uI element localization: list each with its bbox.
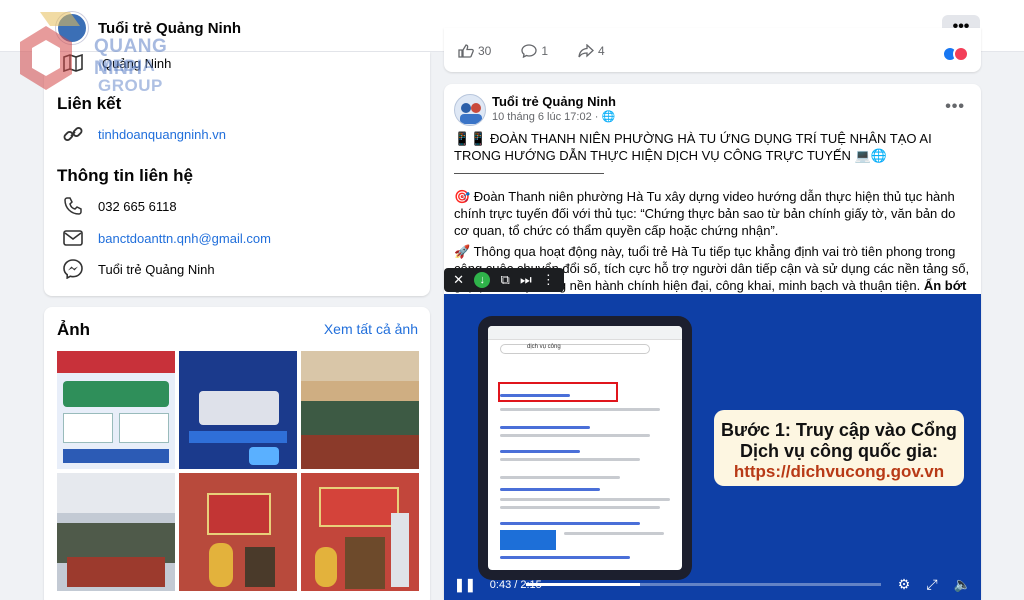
video-progress-fill [526,583,640,586]
video-progress-bar[interactable] [526,583,881,586]
close-icon[interactable]: ✕ [453,272,464,288]
step-line1: Bước 1: Truy cập vào Cổng [721,420,957,440]
fullscreen-icon[interactable]: ⤢ [926,576,937,593]
picture-in-picture-icon[interactable]: ⧉ [500,272,509,288]
share-count[interactable]: 4 [578,44,605,58]
previous-post-stats: 30 1 4 [458,44,605,58]
post-time-text: 10 tháng 6 lúc 17:02 · [492,111,602,123]
email-link[interactable]: banctdoanttn.qnh@gmail.com [98,231,271,246]
see-less-link[interactable]: Ẩn bớt [924,278,966,293]
photo-speaker-podium[interactable] [301,473,419,591]
video-toolbar: ✕ ↓ ⧉ ⏭ ⋮ [444,268,564,292]
links-heading: Liên kết [57,94,122,113]
download-icon[interactable]: ↓ [474,272,491,288]
photos-heading: Ảnh [57,320,91,339]
tablet-illustration: dịch vụ công [478,316,692,580]
post-options-button[interactable]: ••• [945,98,965,116]
step-line2: Dịch vụ công quốc gia: [739,441,938,461]
link-icon [62,123,84,145]
photo-ceremony-stage[interactable] [179,473,297,591]
browser-search-box: dịch vụ công [500,344,650,354]
messenger-row[interactable]: Tuổi trẻ Quảng Ninh [62,258,215,280]
email-icon [62,227,84,249]
post-headline: 📱📱 ĐOÀN THANH NIÊN PHƯỜNG HÀ TU ỨNG DỤNG… [454,131,932,163]
love-reaction-icon [953,46,969,62]
share-icon [578,44,595,58]
map-icon [62,52,84,74]
photos-card: Ảnh Xem tất cả ảnh [44,307,430,600]
see-all-photos-link[interactable]: Xem tất cả ảnh [324,321,418,337]
post-author-name[interactable]: Tuổi trẻ Quảng Ninh [492,94,616,109]
separator-line [454,164,604,174]
contact-heading: Thông tin liên hệ [57,166,193,185]
phone-row: 032 665 6118 [62,195,177,217]
search-query-text: dịch vụ công [527,344,561,350]
location-row: Quảng Ninh [62,52,171,74]
tablet-screen: dịch vụ công [488,326,682,570]
page-avatar[interactable] [56,12,88,44]
photo-infographic[interactable] [57,351,175,469]
phone-number: 032 665 6118 [98,198,177,214]
comment-count[interactable]: 1 [521,44,548,58]
location-text: Quảng Ninh [102,55,172,71]
post-author-avatar[interactable] [454,94,486,126]
like-icon [458,44,474,58]
like-count[interactable]: 30 [458,44,491,58]
mute-icon[interactable]: 🔈 [954,576,971,593]
step-info-box: Bước 1: Truy cập vào Cổng Dịch vụ công q… [714,410,964,486]
page-name[interactable]: Tuổi trẻ Quảng Ninh [98,20,241,37]
about-card: Quảng Ninh Liên kết tinhdoanquangninh.vn… [44,52,430,296]
messenger-icon [62,258,84,280]
phone-icon [62,195,84,217]
photo-meeting-hall[interactable] [301,351,419,469]
pause-icon[interactable]: ❚❚ [454,577,476,593]
video-player[interactable]: dịch vụ công Bước 1: Truy cập vào Cổng D… [444,294,981,600]
website-link[interactable]: tinhdoanquangninh.vn [98,127,226,142]
photo-goc-thanh-xuan[interactable] [179,351,297,469]
video-controls: ❚❚ 0:43 / 2:15 ⚙ ⤢ 🔈 [444,570,981,600]
previous-post-footer: 30 1 4 [444,28,981,72]
more-vertical-icon[interactable]: ⋮ [542,272,555,288]
comment-icon [521,44,538,58]
website-row[interactable]: tinhdoanquangninh.vn [62,123,226,145]
post-paragraph-1: 🎯 Đoàn Thanh niên phường Hà Tu xây dựng … [454,189,956,238]
photos-grid [57,351,419,591]
highlighted-result-box [498,382,618,402]
photo-youth-meeting[interactable] [57,473,175,591]
email-row[interactable]: banctdoanttn.qnh@gmail.com [62,227,271,249]
step-url: https://dichvucong.gov.vn [733,462,945,481]
messenger-name[interactable]: Tuổi trẻ Quảng Ninh [98,262,215,277]
post-timestamp[interactable]: 10 tháng 6 lúc 17:02 · 🌐 [492,110,615,123]
globe-icon: 🌐 [601,111,616,123]
video-right-controls: ⚙ ⤢ 🔈 [898,576,971,593]
settings-gear-icon[interactable]: ⚙ [898,576,911,593]
skip-forward-icon[interactable]: ⏭ [520,272,532,288]
reaction-icons[interactable] [942,46,969,62]
